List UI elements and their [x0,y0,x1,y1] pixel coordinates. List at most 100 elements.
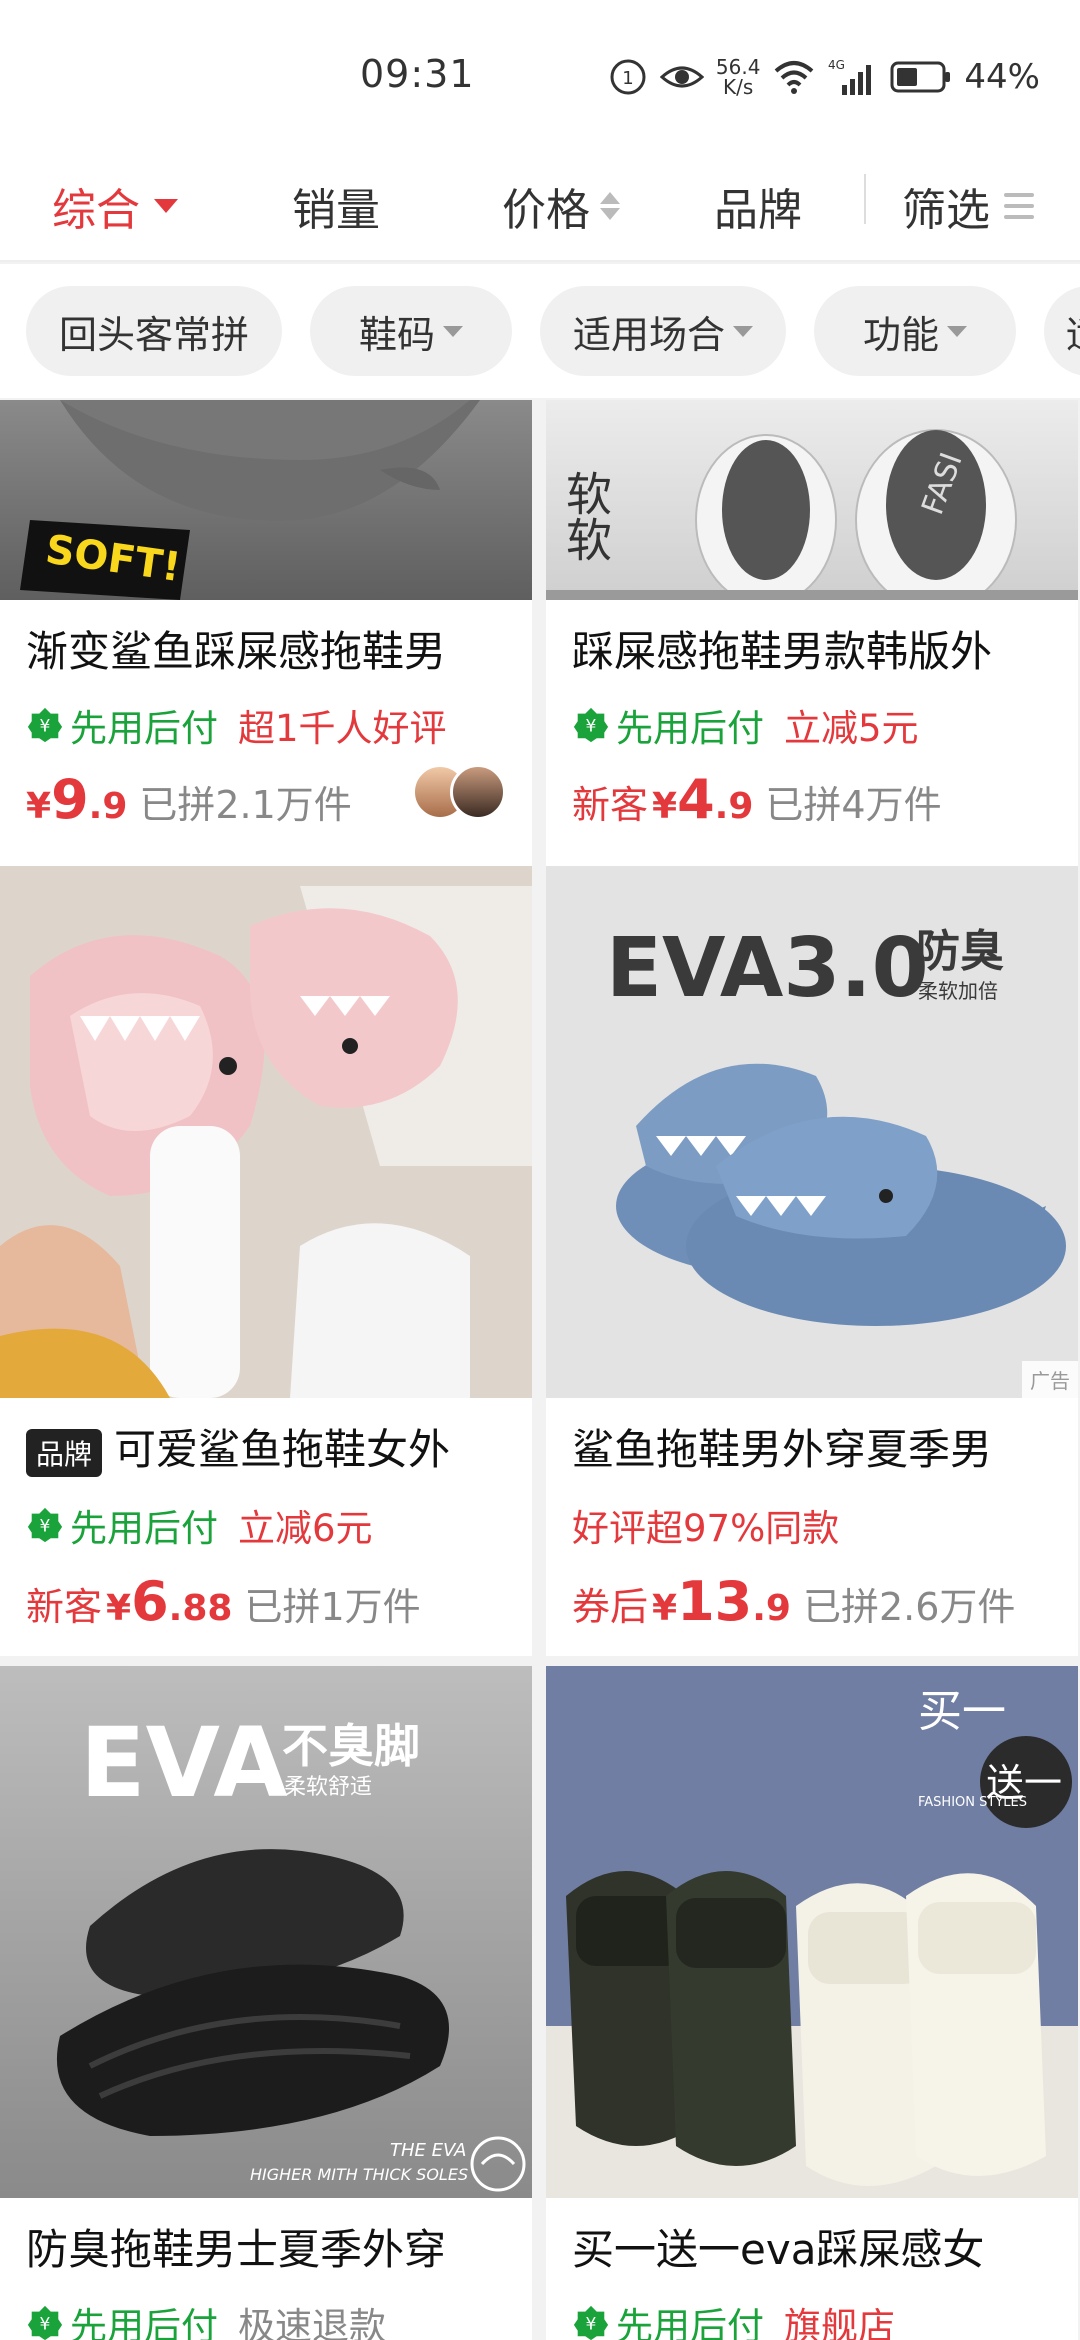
svg-text:¥: ¥ [40,1517,51,1537]
image-headline: EVA3.0 [606,921,929,1016]
image-foot-text: THE EVA [390,2140,466,2161]
chip-label: 鞋码 [358,312,435,357]
product-tags: 好评超97%同款 [572,1498,839,1552]
buyer-avatars [412,764,506,820]
promo-tag: 旗舰店 [784,2305,895,2340]
pay-later-icon: ¥ [27,2305,63,2340]
svg-text:¥: ¥ [586,717,597,737]
price-integer: 6 [131,1570,169,1633]
chip-function[interactable]: 功能 [814,286,1016,376]
sort-bar: 综合 销量 价格 品牌 筛选 [0,150,1080,262]
currency-symbol: ¥ [106,1588,132,1629]
sort-tab-price[interactable]: 价格 [502,170,620,242]
pay-later-label: 先用后付 [616,707,764,750]
chip-partial[interactable]: 适 [1044,286,1080,376]
image-subcaption: 柔软舒适 [284,1775,372,1800]
image-overlay-text: 软软 [559,470,613,562]
chevron-down-icon [733,325,753,337]
avatar [450,764,506,820]
product-image: EVA 不臭脚 柔软舒适 THE EVA HIGHER MITH THICK S… [0,1666,532,2198]
product-card[interactable]: EVA 不臭脚 柔软舒适 THE EVA HIGHER MITH THICK S… [0,1666,532,2340]
product-title: 踩屎感拖鞋男款韩版外 [572,627,993,676]
sort-updown-icon [600,192,620,220]
image-overlay-text: FASHION STYLES [918,1795,1027,1810]
status-time: 09:31 [360,52,475,96]
svg-text:¥: ¥ [40,2315,51,2335]
pay-later-icon: ¥ [27,1507,63,1543]
price-integer: 4 [677,768,715,831]
chip-shoe-size[interactable]: 鞋码 [310,286,512,376]
product-title: 鲨鱼拖鞋男外穿夏季男 [572,1425,993,1474]
chevron-down-icon [947,325,967,337]
chip-occasion[interactable]: 适用场合 [540,286,786,376]
sort-tab-label: 销量 [292,185,380,236]
ad-badge: 广告 [1022,1361,1078,1398]
filter-lines-icon [1004,193,1034,219]
sold-count: 已拼2.1万件 [139,783,352,827]
sort-tab-brand[interactable]: 品牌 [714,170,802,242]
image-subcaption: 柔软加倍 [918,979,998,1003]
battery-icon [890,57,952,97]
sort-tab-label: 综合 [52,185,140,236]
wifi-icon [772,57,816,97]
product-card[interactable]: 软软 FASI 踩屎感拖鞋男款韩版外 ¥ 先用后付 立减5元 新客 ¥ 4 .9… [546,400,1078,866]
sort-tab-label: 品牌 [714,185,802,236]
eye-icon [659,57,704,97]
brand-badge: 品牌 [26,1428,103,1477]
product-card[interactable]: 买一 送一 FASHION STYLES 买一送一eva踩屎感女 ¥ 先用后付 … [546,1666,1078,2340]
price-decimal: .88 [168,1588,233,1629]
currency-symbol: ¥ [652,786,678,827]
sold-count: 已拼4万件 [765,783,942,827]
sort-tab-sales[interactable]: 销量 [292,170,380,242]
price-integer: 13 [677,1570,753,1633]
net-speed: 56.4 K/s [716,57,761,97]
product-tags: ¥ 先用后付 立减5元 [572,698,919,752]
net-speed-value: 56.4 [715,55,761,79]
sort-divider [864,174,866,224]
pay-later-tag: ¥ 先用后付 [26,698,218,752]
svg-text:¥: ¥ [40,717,51,737]
promo-tag: 超1千人好评 [238,707,447,750]
sort-tab-comprehensive[interactable]: 综合 [52,170,178,242]
hd-call-icon: 1 [608,57,648,97]
product-card[interactable]: SOFT! 渐变鲨鱼踩屎感拖鞋男 ¥ 先用后付 超1千人好评 ¥ 9 .9 已拼… [0,400,532,866]
pay-later-label: 先用后付 [70,707,218,750]
price-line: 新客 ¥ 6 .88 已拼1万件 [26,1570,421,1633]
product-card[interactable]: 品牌 可爱鲨鱼拖鞋女外 ¥ 先用后付 立减6元 新客 ¥ 6 .88 已拼1万件 [0,866,532,1656]
promo-tag: 极速退款 [238,2305,386,2340]
image-subheadline: 不臭脚 [282,1719,420,1773]
filter-button[interactable]: 筛选 [902,170,1034,242]
chip-label: 回头客常拼 [58,312,249,357]
sold-count: 已拼1万件 [244,1585,421,1629]
promo-tag: 好评超97%同款 [572,1507,840,1550]
price-prefix: 新客 [26,1585,103,1629]
status-bar: 09:31 1 56.4 K/s 4G 44% [0,0,1080,150]
product-image: EVA3.0 防臭 柔软加倍 广告 [546,866,1078,1398]
svg-text:4G: 4G [828,58,845,72]
pay-later-tag: ¥ 先用后付 [26,2296,218,2340]
image-headline: EVA [80,1707,288,1819]
image-subheadline: 防臭 [916,926,1004,977]
pay-later-icon: ¥ [27,707,63,743]
image-foot-text: HIGHER MITH THICK SOLES [250,2165,468,2184]
svg-text:1: 1 [622,68,633,89]
product-title: 买一送一eva踩屎感女 [572,2225,985,2274]
chip-label: 适用场合 [572,312,725,357]
pay-later-label: 先用后付 [70,1507,218,1550]
product-card[interactable]: EVA3.0 防臭 柔软加倍 广告 鲨鱼拖鞋男外穿夏季男 好评超97%同款 券后… [546,866,1078,1656]
net-speed-unit: K/s [723,75,754,99]
pay-later-icon: ¥ [573,707,609,743]
chip-returning-customers[interactable]: 回头客常拼 [26,286,282,376]
chevron-down-icon [443,325,463,337]
product-tags: ¥ 先用后付 极速退款 [26,2296,386,2340]
product-tags: ¥ 先用后付 旗舰店 [572,2296,895,2340]
sort-tab-label: 价格 [502,185,590,236]
currency-symbol: ¥ [652,1588,678,1629]
product-image: SOFT! [0,400,532,600]
pay-later-tag: ¥ 先用后付 [26,1498,218,1552]
price-line: ¥ 9 .9 已拼2.1万件 [26,768,352,831]
sort-tab-label: 筛选 [902,185,990,236]
battery-percent: 44% [964,57,1040,97]
promo-tag: 立减5元 [784,707,919,750]
price-line: 新客 ¥ 4 .9 已拼4万件 [572,768,942,831]
